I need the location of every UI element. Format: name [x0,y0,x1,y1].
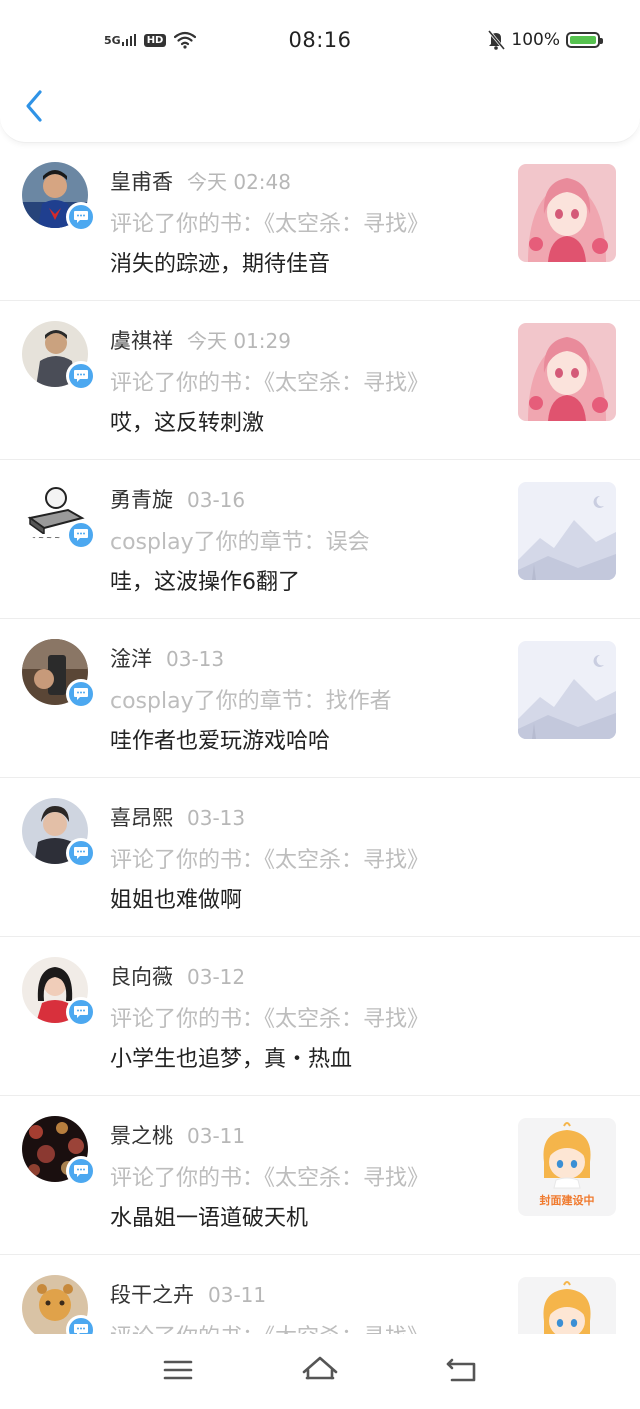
user-name[interactable]: 勇青旋 03-16 [110,484,245,514]
comment-text: 哎，这反转刺激 [110,411,265,436]
timestamp: 03-13 [166,647,225,671]
menu-icon [163,1360,193,1380]
comment-text: 姐姐也难做啊 [110,888,243,913]
user-name-text: 虞祺祥 [110,329,173,353]
comment-text: 水晶姐一语道破天机 [110,1206,309,1231]
list-item[interactable]: 景之桃 03-11 评论了你的书：《太空杀：寻找》 水晶姐一语道破天机 封面建设中 [0,1096,640,1255]
comment-badge-icon [66,838,96,868]
mute-icon [488,30,506,50]
timestamp: 03-11 [208,1283,267,1307]
user-name-text: 勇青旋 [110,488,173,512]
back-nav-button[interactable] [440,1350,484,1390]
image-placeholder-thumbnail[interactable] [518,641,616,739]
comment-badge-icon [66,361,96,391]
book-cover-thumbnail[interactable] [518,323,616,421]
list-item[interactable]: 皇甫香 今天 02:48 评论了你的书：《太空杀：寻找》 消失的踪迹，期待佳音 [0,142,640,301]
comment-badge-icon [66,202,96,232]
activity-text: 评论了你的书：《太空杀：寻找》 [110,1319,429,1334]
timestamp: 03-16 [187,488,246,512]
comment-text: 哇，这波操作6翻了 [110,570,300,595]
user-name[interactable]: 喜昂熙 03-13 [110,802,245,832]
list-item[interactable]: 虞祺祥 今天 01:29 评论了你的书：《太空杀：寻找》 哎，这反转刺激 [0,301,640,460]
list-item[interactable]: 淦洋 03-13 cosplay了你的章节：找作者 哇作者也爱玩游戏哈哈 [0,619,640,778]
back-icon [446,1358,476,1382]
user-name-text: 良向薇 [110,965,173,989]
comment-text: 小学生也追梦，真・热血 [110,1047,353,1072]
activity-text: cosplay了你的章节：误会 [110,530,370,555]
cover-placeholder-thumbnail[interactable] [518,1277,616,1334]
timestamp: 03-12 [187,965,246,989]
image-placeholder-thumbnail[interactable] [518,482,616,580]
timestamp: 03-11 [187,1124,246,1148]
user-name[interactable]: 良向薇 03-12 [110,961,245,991]
svg-text:~ ~ ~ ~: ~ ~ ~ ~ [30,534,60,542]
user-name[interactable]: 皇甫香 今天 02:48 [110,166,291,196]
list-item[interactable]: 段干之卉 03-11 评论了你的书：《太空杀：寻找》 [0,1255,640,1334]
comment-text: 哇作者也爱玩游戏哈哈 [110,729,331,754]
timestamp: 今天 01:29 [187,329,291,353]
chevron-left-icon [26,90,42,122]
user-name[interactable]: 景之桃 03-11 [110,1120,245,1150]
activity-text: 评论了你的书：《太空杀：寻找》 [110,848,430,873]
home-button[interactable] [298,1350,342,1390]
comment-badge-icon [66,997,96,1027]
battery-percent: 100% [511,30,560,50]
book-cover-thumbnail[interactable] [518,164,616,262]
timestamp: 03-13 [187,806,246,830]
user-name-text: 淦洋 [110,647,152,671]
list-item[interactable]: 良向薇 03-12 评论了你的书：《太空杀：寻找》 小学生也追梦，真・热血 [0,937,640,1096]
home-icon [302,1356,338,1380]
comment-badge-icon [66,1156,96,1186]
list-item[interactable]: ~ ~ ~ ~ 勇青旋 03-16 cosplay了你的章节：误会 哇，这波操作6… [0,460,640,619]
comment-badge-icon [66,520,96,550]
user-name[interactable]: 虞祺祥 今天 01:29 [110,325,291,355]
user-name-text: 景之桃 [110,1124,173,1148]
activity-text: 评论了你的书：《太空杀：寻找》 [110,371,430,396]
comment-badge-icon [66,1315,96,1334]
user-name-text: 皇甫香 [110,170,173,194]
user-name-text: 段干之卉 [110,1283,194,1307]
cover-pending-label: 封面建设中 [539,1194,595,1207]
user-name-text: 喜昂熙 [110,806,173,830]
list-item[interactable]: 喜昂熙 03-13 评论了你的书：《太空杀：寻找》 姐姐也难做啊 [0,778,640,937]
battery-icon [566,32,603,48]
menu-button[interactable] [156,1350,200,1390]
battery-level [570,36,596,44]
system-navigation-bar [0,1334,640,1409]
status-right: 100% [487,28,603,52]
comment-text: 消失的踪迹，期待佳音 [110,252,331,277]
activity-text: 评论了你的书：《太空杀：寻找》 [110,212,430,237]
activity-text: 评论了你的书：《太空杀：寻找》 [110,1166,430,1191]
status-bar: 5G HD 08:16 100% [0,0,640,80]
timestamp: 今天 02:48 [187,170,291,194]
cover-placeholder-thumbnail[interactable]: 封面建设中 [518,1118,616,1216]
user-name[interactable]: 段干之卉 03-11 [110,1279,266,1309]
activity-text: 评论了你的书：《太空杀：寻找》 [110,1007,430,1032]
user-name[interactable]: 淦洋 03-13 [110,643,224,673]
activity-text: cosplay了你的章节：找作者 [110,689,392,714]
back-button[interactable] [18,84,54,128]
notification-feed[interactable]: 皇甫香今天 02:48 评论了你的书：《太空杀：寻找》 消失的踪迹，期待佳音 [0,142,640,1334]
comment-badge-icon [66,679,96,709]
